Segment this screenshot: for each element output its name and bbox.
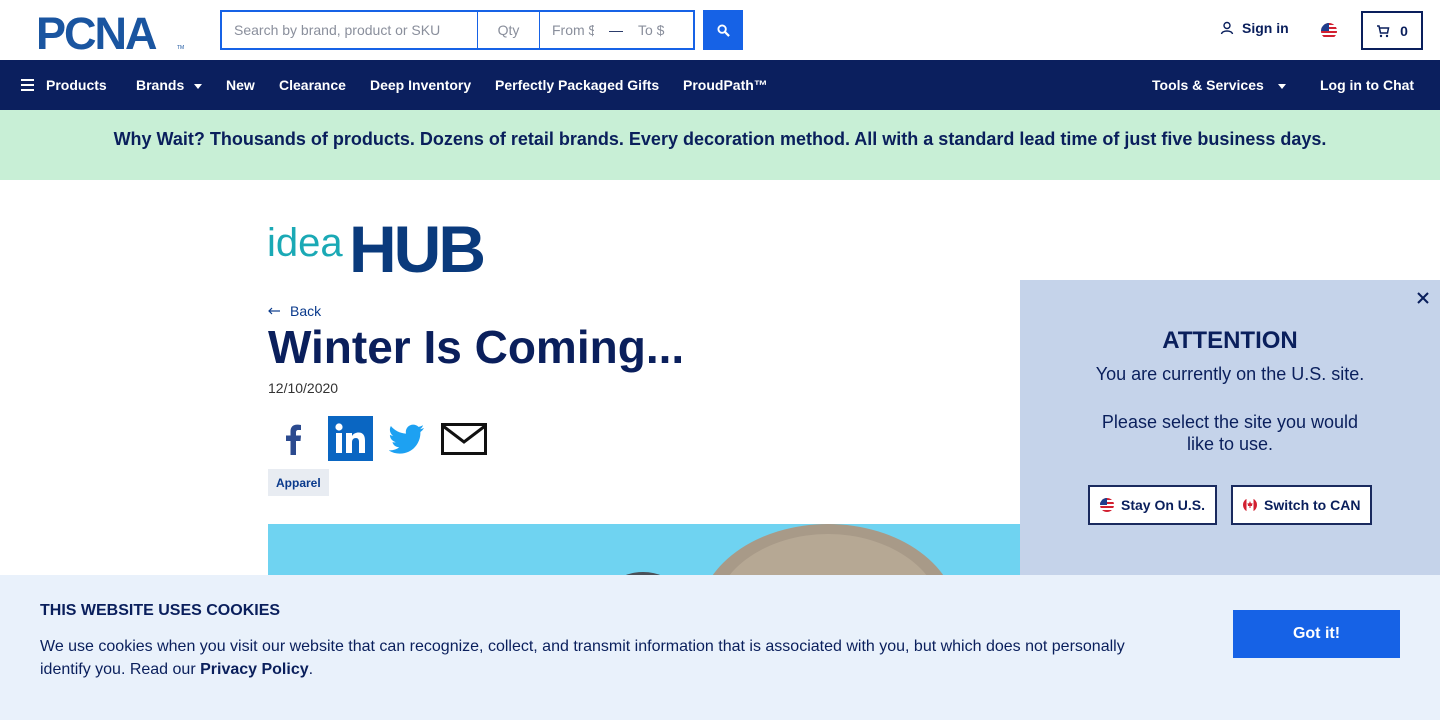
price-to-input[interactable] — [626, 12, 692, 48]
close-icon[interactable] — [1414, 289, 1432, 307]
category-tag-label: Apparel — [276, 475, 321, 490]
user-icon — [1220, 21, 1234, 35]
cookie-text: We use cookies when you visit our websit… — [40, 635, 1160, 681]
cookie-title: THIS WEBSITE USES COOKIES — [40, 602, 281, 619]
promo-banner-text: Why Wait? Thousands of products. Dozens … — [113, 129, 1327, 149]
nav-gifts[interactable]: Perfectly Packaged Gifts — [495, 60, 659, 110]
cookie-accept-button[interactable]: Got it! — [1233, 610, 1400, 658]
cart-count: 0 — [1400, 22, 1408, 39]
nav-gifts-label: Perfectly Packaged Gifts — [495, 77, 660, 93]
search-button[interactable] — [703, 10, 743, 50]
back-label: Back — [290, 303, 322, 319]
article-title: Winter Is Coming... — [268, 321, 685, 373]
privacy-policy-link[interactable]: Privacy Policy — [200, 661, 309, 678]
back-link[interactable]: Back — [268, 303, 321, 319]
stay-us-button[interactable]: Stay On U.S. — [1088, 485, 1218, 525]
caret-down-icon — [1277, 83, 1286, 89]
caret-down-icon — [194, 83, 203, 89]
facebook-icon[interactable] — [278, 416, 308, 461]
cart-icon — [1377, 24, 1390, 37]
promo-banner: Why Wait? Thousands of products. Dozens … — [0, 110, 1440, 180]
svg-text:HUB: HUB — [349, 212, 483, 276]
attention-title: ATTENTION — [1162, 327, 1298, 354]
range-dash: — — [609, 22, 623, 38]
us-flag-icon[interactable] — [1321, 23, 1337, 39]
nav-tools-label: Tools & Services — [1152, 77, 1264, 93]
twitter-icon[interactable] — [388, 416, 426, 461]
nav-chat-login[interactable]: Log in to Chat — [1320, 60, 1414, 110]
nav-deep-inventory[interactable]: Deep Inventory — [370, 60, 471, 110]
nav-clearance-label: Clearance — [279, 77, 346, 93]
main-nav: Products Brands New Clearance Deep Inven… — [0, 60, 1440, 110]
stay-us-label: Stay On U.S. — [1121, 497, 1206, 513]
nav-brands-label: Brands — [136, 77, 185, 93]
nav-new[interactable]: New — [226, 60, 255, 110]
attention-prompt: Please select the site you would like to… — [1101, 412, 1359, 454]
attention-message: You are currently on the U.S. site. — [1095, 364, 1365, 384]
us-flag-icon — [1100, 498, 1114, 512]
price-from-input[interactable] — [540, 12, 606, 48]
search-input[interactable] — [222, 12, 478, 48]
switch-can-label: Switch to CAN — [1264, 497, 1361, 513]
linkedin-icon[interactable] — [328, 416, 373, 461]
svg-text:idea: idea — [267, 221, 343, 265]
top-header: PCNA TM — Sign in — [0, 0, 1440, 60]
sign-in-label: Sign in — [1242, 20, 1289, 36]
ideahub-logo: idea HUB — [267, 212, 486, 276]
nav-chat-label: Log in to Chat — [1320, 77, 1415, 93]
canada-flag-icon — [1243, 498, 1257, 512]
switch-can-button[interactable]: Switch to CAN — [1231, 485, 1373, 525]
svg-text:TM: TM — [177, 45, 184, 51]
cart-button[interactable]: 0 — [1361, 11, 1423, 50]
nav-deep-inventory-label: Deep Inventory — [370, 77, 472, 93]
hamburger-icon — [21, 79, 34, 91]
cookie-text-end: . — [308, 661, 314, 678]
email-icon[interactable] — [441, 416, 487, 461]
svg-text:PCNA: PCNA — [36, 11, 157, 51]
nav-products-label: Products — [46, 77, 107, 93]
sign-in-link[interactable]: Sign in — [1220, 20, 1289, 36]
nav-brands[interactable]: Brands — [136, 60, 203, 110]
qty-input[interactable] — [478, 12, 540, 48]
nav-clearance[interactable]: Clearance — [279, 60, 346, 110]
nav-proudpath-label: ProudPath™ — [683, 77, 768, 93]
nav-proudpath[interactable]: ProudPath™ — [683, 60, 768, 110]
nav-tools-services[interactable]: Tools & Services — [1152, 60, 1286, 110]
arrow-left-icon — [268, 307, 280, 315]
cookie-accept-label: Got it! — [1292, 625, 1341, 642]
article-date: 12/10/2020 — [268, 380, 339, 396]
search-bar: — — [220, 10, 695, 50]
category-tag[interactable]: Apparel — [268, 469, 329, 496]
nav-new-label: New — [226, 77, 255, 93]
pcna-logo[interactable]: PCNA TM — [36, 11, 186, 51]
search-icon — [716, 23, 730, 37]
nav-products[interactable]: Products — [21, 60, 107, 110]
